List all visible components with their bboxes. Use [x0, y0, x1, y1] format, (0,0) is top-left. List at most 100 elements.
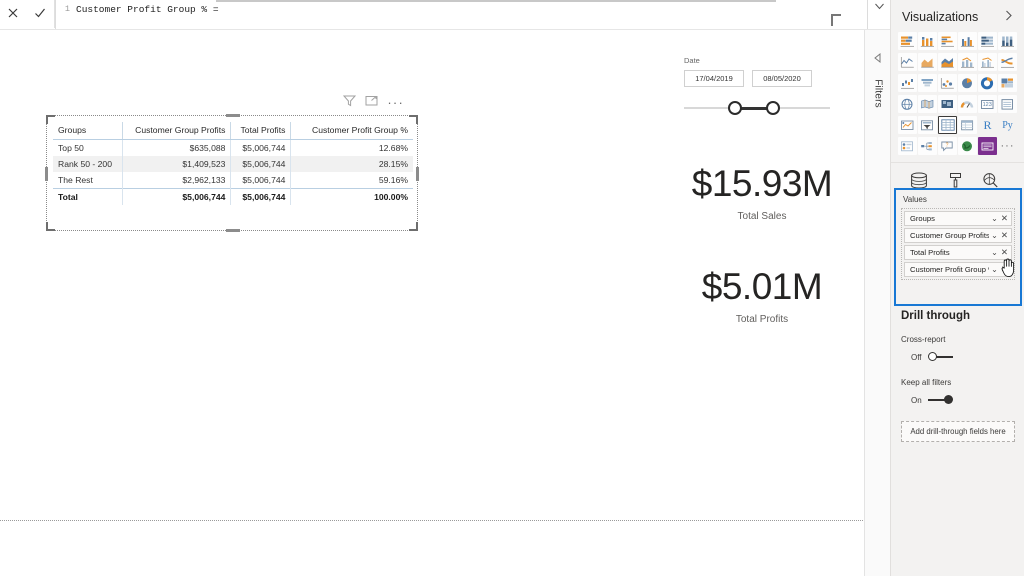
expand-left-icon[interactable] [872, 52, 884, 64]
slicer-start-date[interactable]: 17/04/2019 [684, 70, 744, 87]
shape-map-icon[interactable] [938, 95, 957, 113]
close-icon[interactable]: ✕ [1000, 264, 1009, 275]
python-visual-icon[interactable]: Py [998, 116, 1017, 134]
accept-formula-button[interactable] [32, 5, 50, 23]
slicer-icon[interactable] [918, 116, 937, 134]
field-chip-groups[interactable]: Groups ⌄ ✕ [904, 211, 1012, 226]
more-visuals-icon[interactable]: ··· [998, 137, 1017, 155]
decomposition-tree-icon[interactable] [918, 137, 937, 155]
slicer-end-date[interactable]: 08/05/2020 [752, 70, 812, 87]
line-clustered-column-chart-icon[interactable] [978, 53, 997, 71]
resize-handle-bottom[interactable] [226, 229, 240, 232]
resize-handle-top[interactable] [226, 114, 240, 117]
formula-input[interactable]: 1 Customer Profit Group % = [55, 0, 868, 29]
donut-chart-icon[interactable] [978, 74, 997, 92]
table-row[interactable]: The Rest $2,962,133 $5,006,744 59.16% [53, 172, 413, 189]
table-visual[interactable]: ··· Groups Customer Group Profits Total … [45, 94, 419, 232]
close-icon[interactable]: ✕ [1000, 213, 1009, 224]
formula-resize-corner[interactable] [831, 14, 841, 26]
resize-handle-right[interactable] [416, 167, 419, 181]
ribbon-chart-icon[interactable] [998, 53, 1017, 71]
chevron-down-icon[interactable]: ⌄ [989, 248, 1000, 257]
chevron-right-icon[interactable] [1005, 10, 1013, 24]
clustered-column-chart-icon[interactable] [958, 32, 977, 50]
profit-group-table[interactable]: Groups Customer Group Profits Total Prof… [53, 122, 413, 205]
close-icon[interactable]: ✕ [1000, 247, 1009, 258]
cancel-formula-button[interactable] [5, 5, 23, 23]
resize-handle-br2[interactable] [409, 229, 418, 231]
cross-report-toggle[interactable]: Off [911, 352, 1015, 362]
line-chart-icon[interactable] [898, 53, 917, 71]
waterfall-chart-icon[interactable] [898, 74, 917, 92]
resize-handle-tl2[interactable] [46, 115, 55, 117]
toggle-switch[interactable] [927, 352, 954, 362]
close-icon[interactable]: ✕ [1000, 230, 1009, 241]
values-field-well-highlight[interactable]: Values Groups ⌄ ✕ Customer Group Profits… [894, 188, 1022, 306]
chevron-down-icon[interactable]: ⌄ [989, 265, 1000, 274]
area-chart-icon[interactable] [918, 53, 937, 71]
resize-handle-left[interactable] [45, 167, 48, 181]
values-drop-area[interactable]: Groups ⌄ ✕ Customer Group Profits ⌄ ✕ To… [901, 208, 1015, 280]
clustered-bar-chart-icon[interactable] [938, 32, 957, 50]
visual-header-icons: ··· [343, 94, 404, 112]
formula-text-2-partial [76, 18, 81, 28]
expand-formula-bar-button[interactable] [868, 0, 890, 29]
scatter-chart-icon[interactable] [938, 74, 957, 92]
filter-icon[interactable] [343, 94, 357, 112]
field-chip-label: Total Profits [910, 248, 950, 257]
table-visual-frame[interactable]: Groups Customer Group Profits Total Prof… [45, 114, 419, 232]
slicer-track[interactable] [684, 101, 830, 115]
column-header-customer-group-profits[interactable]: Customer Group Profits [122, 122, 232, 140]
toggle-switch[interactable] [927, 395, 954, 405]
arcgis-map-icon[interactable] [958, 137, 977, 155]
matrix-icon[interactable] [958, 116, 977, 134]
slicer-start-handle[interactable] [728, 101, 742, 115]
report-canvas[interactable]: ··· Groups Customer Group Profits Total … [0, 30, 890, 576]
values-wells[interactable]: Groups ⌄ ✕ Customer Group Profits ⌄ ✕ To… [896, 208, 1020, 280]
filled-map-icon[interactable] [918, 95, 937, 113]
column-header-groups[interactable]: Groups [53, 122, 123, 140]
visualizations-pane[interactable]: Visualizations 123 R Py ? ··· Values Gro… [890, 0, 1024, 576]
visualization-type-grid[interactable]: 123 R Py ? ··· [891, 32, 1024, 155]
gauge-icon[interactable] [958, 95, 977, 113]
table-total-row[interactable]: Total $5,006,744 $5,006,744 100.00% [53, 188, 413, 205]
field-chip-customer-profit-group-pct[interactable]: Customer Profit Group % ⌄ ✕ [904, 262, 1012, 277]
more-options-icon[interactable]: ··· [387, 96, 404, 109]
focus-mode-icon[interactable] [365, 94, 378, 112]
keep-all-filters-toggle[interactable]: On [911, 395, 1015, 405]
pie-chart-icon[interactable] [958, 74, 977, 92]
slicer-end-handle[interactable] [766, 101, 780, 115]
funnel-icon[interactable] [918, 74, 937, 92]
key-influencers-icon[interactable] [898, 137, 917, 155]
treemap-icon[interactable] [998, 74, 1017, 92]
card-total-profits[interactable]: $5.01M Total Profits [662, 267, 862, 325]
100-stacked-column-chart-icon[interactable] [998, 32, 1017, 50]
kpi-icon[interactable] [898, 116, 917, 134]
card-total-sales[interactable]: $15.93M Total Sales [662, 164, 862, 222]
resize-handle-bl2[interactable] [46, 229, 55, 231]
multi-row-card-icon[interactable] [998, 95, 1017, 113]
field-chip-total-profits[interactable]: Total Profits ⌄ ✕ [904, 245, 1012, 260]
stacked-bar-chart-icon[interactable] [898, 32, 917, 50]
line-stacked-column-chart-icon[interactable] [958, 53, 977, 71]
stacked-column-chart-icon[interactable] [918, 32, 937, 50]
card-icon[interactable]: 123 [978, 95, 997, 113]
table-icon[interactable] [938, 116, 957, 134]
field-chip-customer-group-profits[interactable]: Customer Group Profits ⌄ ✕ [904, 228, 1012, 243]
filters-pane-collapsed[interactable]: Filters [864, 30, 890, 576]
paginated-report-icon[interactable] [978, 137, 997, 155]
100-stacked-bar-chart-icon[interactable] [978, 32, 997, 50]
resize-handle-tr2[interactable] [409, 115, 418, 117]
stacked-area-chart-icon[interactable] [938, 53, 957, 71]
r-script-visual-icon[interactable]: R [978, 116, 997, 134]
column-header-customer-profit-group-pct[interactable]: Customer Profit Group % [290, 122, 413, 140]
qna-icon[interactable]: ? [938, 137, 957, 155]
date-slicer[interactable]: Date 17/04/2019 08/05/2020 [684, 56, 834, 115]
table-row[interactable]: Top 50 $635,088 $5,006,744 12.68% [53, 139, 413, 156]
drill-through-drop-zone[interactable]: Add drill-through fields here [901, 421, 1015, 442]
map-icon[interactable] [898, 95, 917, 113]
chevron-down-icon[interactable]: ⌄ [989, 231, 1000, 240]
column-header-total-profits[interactable]: Total Profits [230, 122, 292, 140]
chevron-down-icon[interactable]: ⌄ [989, 214, 1000, 223]
table-row[interactable]: Rank 50 - 200 $1,409,523 $5,006,744 28.1… [53, 156, 413, 172]
